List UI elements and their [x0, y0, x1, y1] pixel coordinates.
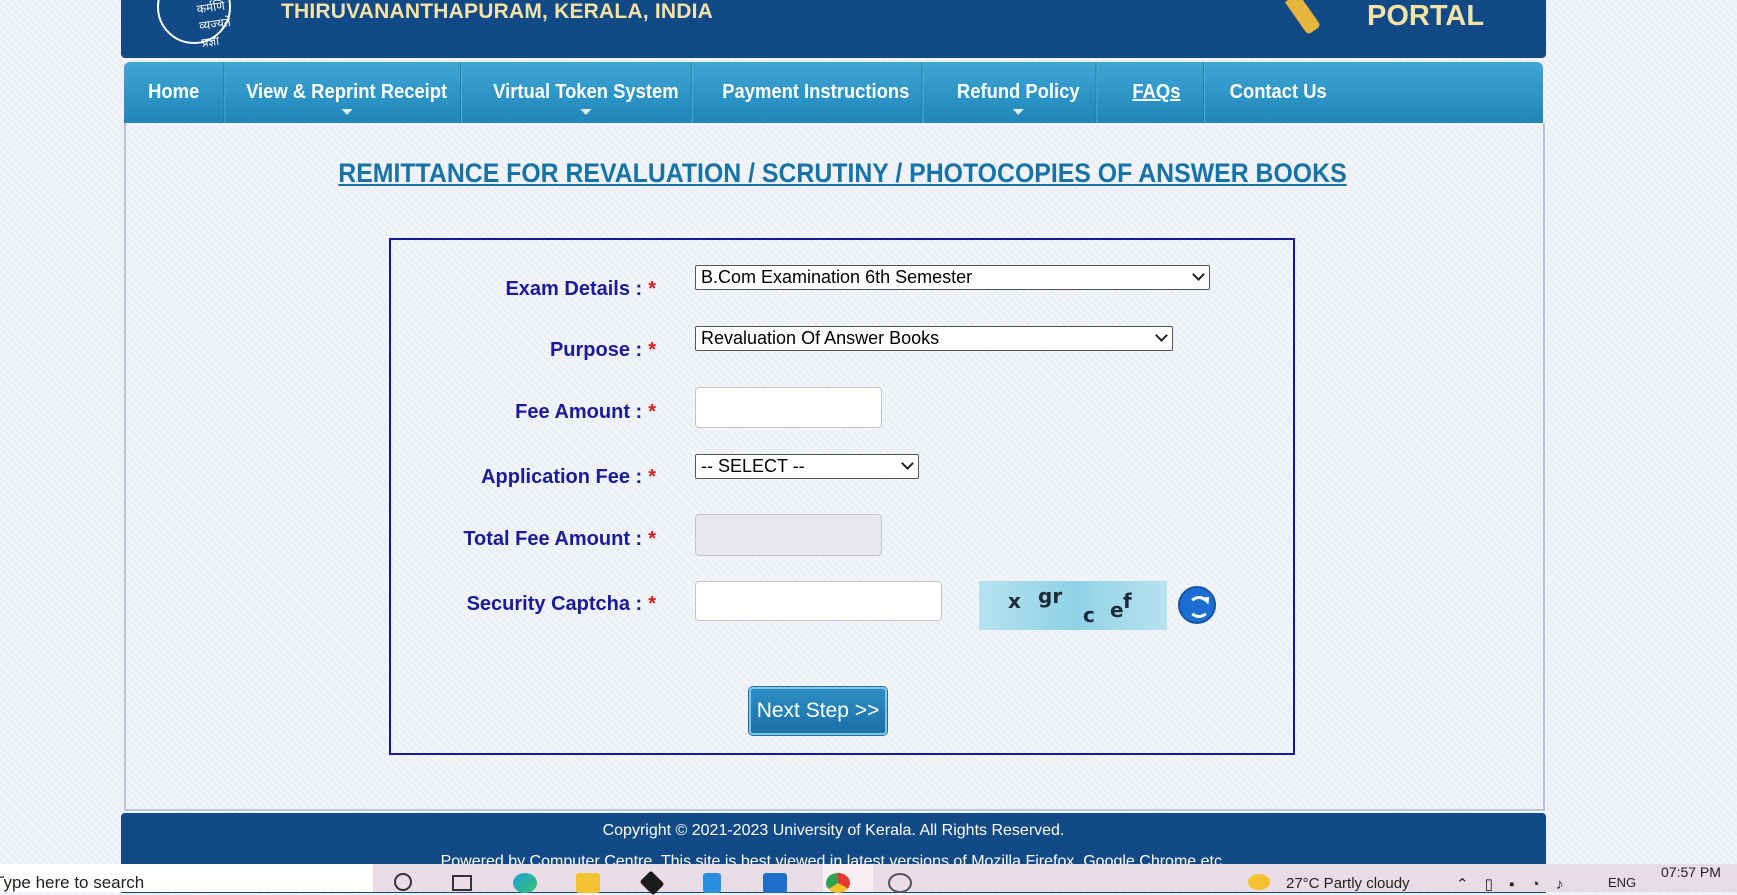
weather-icon[interactable]: [1248, 874, 1270, 890]
nav-virtual-token-system-label: Virtual Token System: [493, 81, 679, 103]
total-fee-amount-input: [695, 514, 882, 556]
language-indicator[interactable]: ENG: [1608, 875, 1636, 890]
application-fee-value: -- SELECT --: [701, 456, 805, 476]
exam-details-label: Exam Details : *: [505, 278, 656, 301]
chevron-down-icon: [901, 457, 914, 470]
tray-icons[interactable]: ⌃ ▯ ▪ ◔ ♪: [1456, 875, 1569, 893]
remittance-form: [389, 238, 1295, 755]
nav-payment-instructions-label: Payment Instructions: [722, 81, 910, 103]
taskbar-clock[interactable]: 07:57 PM: [1661, 864, 1721, 880]
purpose-label-text: Purpose :: [549, 339, 643, 361]
weather-text[interactable]: 27°C Partly cloudy: [1286, 875, 1410, 892]
nav-contact-us[interactable]: Contact Us: [1212, 62, 1344, 123]
nav-refund-policy-label: Refund Policy: [956, 81, 1080, 103]
captcha-char: c: [1083, 603, 1095, 627]
nav-faqs[interactable]: FAQs: [1110, 62, 1204, 123]
windows-taskbar: Type here to search 27°C Partly cloudy ⌃…: [0, 864, 1737, 895]
exam-details-label-text: Exam Details :: [505, 278, 643, 300]
fee-amount-input[interactable]: [695, 387, 882, 428]
gauge-app-icon[interactable]: [888, 873, 912, 893]
dropbox-icon[interactable]: [639, 870, 665, 895]
portal-label: PORTAL: [1367, 0, 1485, 32]
taskbar-search-box[interactable]: Type here to search: [0, 864, 374, 892]
chrome-browser-icon[interactable]: [826, 873, 850, 893]
copyright-text: Copyright © 2021-2023 University of Kera…: [602, 822, 1065, 839]
captcha-char: f: [1123, 589, 1132, 613]
task-view-icon[interactable]: [452, 875, 472, 891]
security-captcha-label: Security Captcha : *: [467, 593, 656, 616]
page-title: REMITTANCE FOR REVALUATION / SCRUTINY / …: [338, 158, 1347, 188]
security-captcha-label-text: Security Captcha :: [466, 593, 643, 615]
purpose-select[interactable]: Revaluation Of Answer Books: [695, 326, 1173, 351]
required-mark: *: [648, 401, 656, 423]
whatsapp-icon[interactable]: [763, 873, 787, 893]
nav-faqs-label: FAQs: [1132, 81, 1181, 103]
edge-browser-icon[interactable]: [513, 873, 537, 893]
nav-home-label: Home: [148, 81, 200, 103]
next-step-button[interactable]: Next Step >>: [749, 687, 887, 735]
application-fee-select[interactable]: -- SELECT --: [695, 454, 919, 479]
notepad-icon[interactable]: [703, 873, 721, 893]
dropdown-caret-icon: [580, 109, 592, 115]
purpose-value: Revaluation Of Answer Books: [701, 328, 940, 348]
captcha-char: x: [1008, 589, 1021, 613]
total-fee-amount-label: Total Fee Amount : *: [463, 528, 656, 551]
purpose-label: Purpose : *: [550, 339, 656, 362]
captcha-char: e: [1110, 598, 1124, 622]
fee-amount-label: Fee Amount : *: [515, 401, 656, 424]
nav-home[interactable]: Home: [124, 62, 225, 123]
nav-virtual-token-system[interactable]: Virtual Token System: [481, 62, 692, 123]
required-mark: *: [648, 528, 656, 550]
refresh-captcha-icon[interactable]: [1178, 586, 1216, 624]
logo-motto: कर्मणि व्यज्यते प्रज्ञा: [195, 0, 232, 50]
exam-details-select[interactable]: B.Com Examination 6th Semester: [695, 265, 1210, 290]
application-fee-label-text: Application Fee :: [481, 466, 643, 488]
total-fee-amount-label-text: Total Fee Amount :: [463, 528, 643, 550]
site-header: कर्मणि व्यज्यते प्रज्ञा THIRUVANANTHAPUR…: [121, 0, 1546, 58]
dropdown-caret-icon: [1012, 109, 1024, 115]
nav-view-reprint-receipt-label: View & Reprint Receipt: [246, 81, 448, 103]
main-nav: Home View & Reprint Receipt Virtual Toke…: [124, 62, 1543, 123]
file-explorer-icon[interactable]: [576, 873, 600, 893]
chevron-down-icon: [1155, 329, 1168, 342]
nav-view-reprint-receipt[interactable]: View & Reprint Receipt: [233, 62, 462, 123]
required-mark: *: [648, 278, 656, 300]
taskbar-search-placeholder: Type here to search: [0, 873, 145, 892]
fee-amount-label-text: Fee Amount :: [515, 401, 643, 423]
dropdown-caret-icon: [341, 109, 353, 115]
captcha-input[interactable]: [695, 581, 942, 621]
nav-payment-instructions[interactable]: Payment Instructions: [710, 62, 923, 123]
captcha-char: gr: [1038, 584, 1063, 608]
required-mark: *: [648, 466, 656, 488]
application-fee-label: Application Fee : *: [481, 466, 656, 489]
exam-details-value: B.Com Examination 6th Semester: [701, 267, 973, 287]
required-mark: *: [648, 339, 656, 361]
nav-refund-policy[interactable]: Refund Policy: [941, 62, 1097, 123]
university-location: THIRUVANANTHAPURAM, KERALA, INDIA: [281, 0, 714, 23]
required-mark: *: [648, 593, 656, 615]
search-icon[interactable]: [394, 873, 412, 891]
university-logo: कर्मणि व्यज्यते प्रज्ञा: [157, 0, 232, 50]
pencil-icon: [1284, 0, 1322, 35]
nav-contact-us-label: Contact Us: [1229, 81, 1327, 103]
captcha-image: x gr c e f: [979, 581, 1167, 630]
chevron-down-icon: [1192, 268, 1205, 281]
